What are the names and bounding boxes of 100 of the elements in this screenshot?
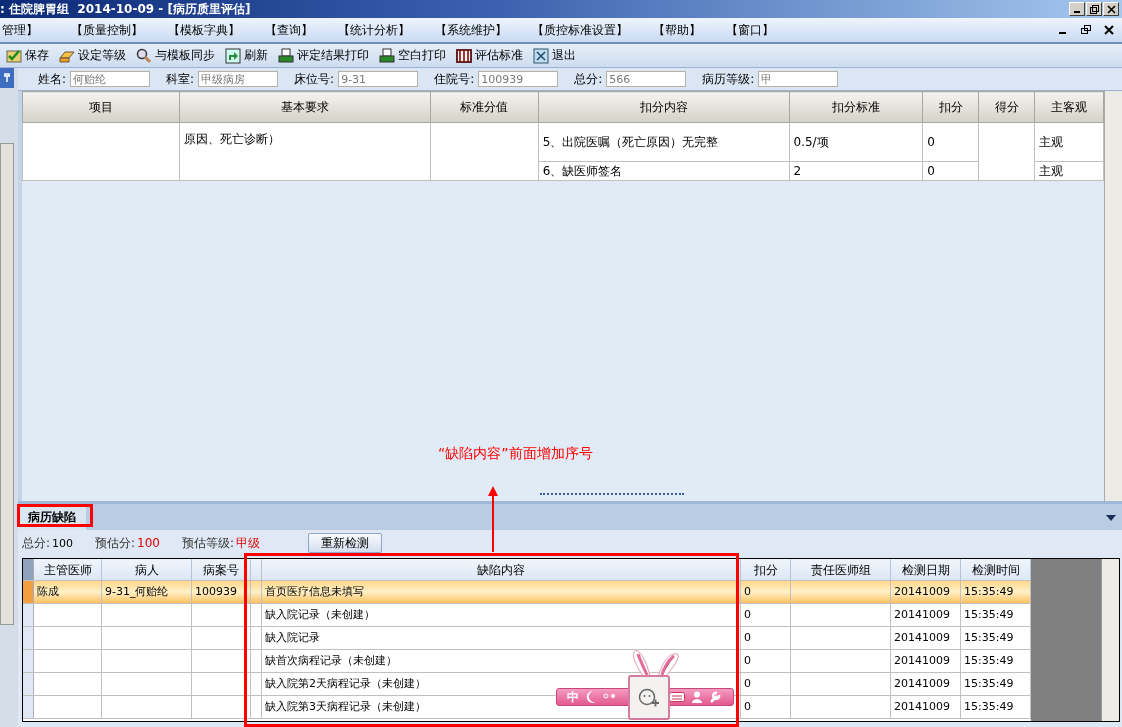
user-icon[interactable] bbox=[691, 691, 703, 703]
column-header: 病人 bbox=[102, 559, 192, 580]
table-cell: 陈成 bbox=[37, 585, 59, 598]
score-value: 100 bbox=[52, 536, 74, 550]
table-cell: 缺入院第3天病程记录（未创建） bbox=[265, 700, 426, 713]
column-header: 扣分 bbox=[922, 91, 979, 123]
scrollbar[interactable] bbox=[1101, 559, 1119, 721]
table-cell: 15:35:49 bbox=[964, 585, 1014, 598]
table-cell: 0 bbox=[744, 585, 751, 598]
score-label: 总分: bbox=[22, 534, 51, 552]
table-cell: 缺入院记录（未创建） bbox=[265, 608, 375, 621]
minimize-button[interactable] bbox=[1069, 2, 1085, 16]
table-cell: 主观 bbox=[1034, 161, 1104, 181]
table-row[interactable]: 缺入院记录（未创建） 0 20141009 15:35:49 bbox=[23, 604, 1031, 627]
menu-item[interactable]: 【模板字典】 bbox=[166, 21, 249, 39]
field-label: 姓名: bbox=[37, 70, 68, 88]
row-indicator[interactable] bbox=[23, 604, 34, 626]
toolbar-button[interactable]: 设定等级 bbox=[57, 47, 130, 64]
wrench-icon[interactable] bbox=[709, 691, 721, 703]
grade-label: 预估等级: bbox=[182, 534, 235, 552]
annotation-arrow bbox=[488, 486, 498, 552]
row-indicator[interactable] bbox=[23, 696, 34, 718]
table-cell: 原因、死亡诊断） bbox=[179, 122, 431, 181]
input-field[interactable]: 何贻纶 bbox=[70, 71, 151, 87]
table-cell: 缺首次病程记录（未创建） bbox=[265, 654, 397, 667]
refresh-icon bbox=[225, 47, 241, 64]
menu-item[interactable]: 【帮助】 bbox=[651, 21, 710, 39]
dropdown-arrow-icon[interactable] bbox=[1106, 515, 1116, 522]
scrollbar[interactable] bbox=[1104, 91, 1122, 501]
column-header: 病案号 bbox=[192, 559, 251, 580]
toolbar-button[interactable]: 刷新 bbox=[223, 47, 272, 64]
menu-item[interactable]: 管理】 bbox=[0, 21, 47, 39]
table-cell: 15:35:49 bbox=[964, 654, 1014, 667]
toolbar-button[interactable]: 评定结果打印 bbox=[276, 47, 373, 64]
input-field[interactable]: 甲级病房 bbox=[198, 71, 279, 87]
input-field[interactable]: 甲 bbox=[758, 71, 839, 87]
table-row[interactable]: 缺入院记录 0 20141009 15:35:49 bbox=[23, 627, 1031, 650]
field-label: 住院号: bbox=[433, 70, 476, 88]
emoticon-button[interactable] bbox=[628, 675, 670, 720]
table-row[interactable]: 陈成 9-31_何贻纶 100939 首页医疗信息未填写 0 20141009 15:35:49 bbox=[23, 581, 1031, 604]
table-cell: 20141009 bbox=[894, 654, 950, 667]
close-button[interactable] bbox=[1103, 2, 1119, 16]
table-cell: 0 bbox=[744, 654, 751, 667]
close-icon[interactable] bbox=[1104, 25, 1114, 35]
close-icon bbox=[1106, 4, 1116, 14]
checkmark-icon bbox=[6, 48, 22, 63]
row-indicator[interactable] bbox=[23, 627, 34, 649]
scrollbar[interactable] bbox=[0, 143, 14, 625]
pin-button[interactable] bbox=[0, 68, 14, 88]
table-cell: 20141009 bbox=[894, 585, 950, 598]
restore-icon[interactable] bbox=[1081, 25, 1091, 35]
table-cell: 15:35:49 bbox=[964, 677, 1014, 690]
toolbar-button[interactable]: 评估标准 bbox=[454, 47, 527, 64]
input-field[interactable]: 100939 bbox=[478, 71, 559, 87]
menu-item[interactable]: 【质量控制】 bbox=[69, 21, 152, 39]
table-cell: 主观 bbox=[1034, 122, 1104, 162]
field-label: 病历等级: bbox=[701, 70, 756, 88]
input-field[interactable]: 566 bbox=[606, 71, 687, 87]
restore-icon bbox=[1089, 4, 1099, 14]
grade-value: 甲级 bbox=[236, 534, 261, 552]
column-header: 扣分标准 bbox=[789, 91, 923, 123]
input-field[interactable]: 9-31 bbox=[338, 71, 419, 87]
column-header: 基本要求 bbox=[179, 91, 431, 123]
column-header: 检测时间 bbox=[961, 559, 1031, 580]
menu-item[interactable]: 【质控标准设置】 bbox=[530, 21, 637, 39]
field-label: 科室: bbox=[165, 70, 196, 88]
emoticon-icon bbox=[638, 687, 660, 708]
row-indicator[interactable] bbox=[23, 650, 34, 672]
magnifier-icon bbox=[136, 47, 152, 64]
toolbar-button[interactable]: 退出 bbox=[531, 47, 580, 64]
column-header: 责任医师组 bbox=[791, 559, 891, 580]
menu-item[interactable]: 【系统维护】 bbox=[433, 21, 516, 39]
field-label: 总分: bbox=[573, 70, 604, 88]
row-indicator bbox=[23, 559, 34, 580]
restore-button[interactable] bbox=[1086, 2, 1102, 16]
field-label: 床位号: bbox=[293, 70, 336, 88]
abacus-icon bbox=[456, 48, 472, 63]
eraser-icon bbox=[59, 48, 75, 63]
table-cell: 5、出院医嘱（死亡原因）无完整 bbox=[538, 122, 790, 162]
toolbar-button[interactable]: 与模板同步 bbox=[134, 47, 219, 64]
menu-item[interactable]: 【窗口】 bbox=[724, 21, 783, 39]
table-cell: 100939 bbox=[195, 585, 237, 598]
row-indicator[interactable] bbox=[23, 673, 34, 695]
table-cell: 首页医疗信息未填写 bbox=[265, 585, 364, 598]
column-header: 主客观 bbox=[1034, 91, 1104, 123]
toolbar-button[interactable]: 保存 bbox=[4, 47, 53, 64]
column-header: 扣分 bbox=[741, 559, 791, 580]
moon-icon[interactable] bbox=[585, 690, 597, 704]
pin-icon bbox=[2, 73, 12, 83]
toolbar-button[interactable]: 空白打印 bbox=[377, 47, 450, 64]
table-cell: 15:35:49 bbox=[964, 631, 1014, 644]
menu-item[interactable]: 【统计分析】 bbox=[336, 21, 419, 39]
exit-icon bbox=[533, 47, 549, 64]
punctuation-icon[interactable] bbox=[603, 692, 617, 702]
column-header: 扣分内容 bbox=[538, 91, 790, 123]
menu-item[interactable]: 【查询】 bbox=[263, 21, 322, 39]
score-value: 100 bbox=[137, 536, 160, 550]
column-header: 项目 bbox=[22, 91, 180, 123]
recheck-button[interactable]: 重新检测 bbox=[308, 533, 383, 553]
table-cell: 0 bbox=[744, 608, 751, 621]
